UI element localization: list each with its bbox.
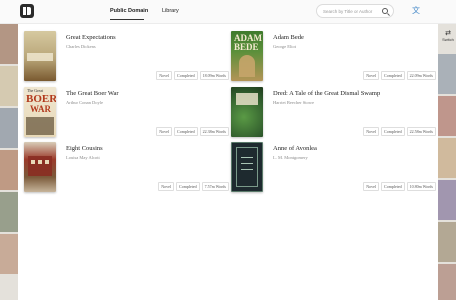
book-tags: Novel Completed 18.09m Words	[156, 71, 229, 80]
status-tag: Completed	[381, 127, 405, 136]
active-tab-underline	[110, 19, 144, 20]
background-tile	[0, 192, 18, 232]
background-tile	[0, 150, 18, 190]
app-logo[interactable]	[20, 4, 34, 18]
book-tags: Novel Completed 22.38m Words	[156, 127, 229, 136]
cover-frame	[236, 147, 258, 187]
book-title[interactable]: Adam Bede	[273, 34, 304, 41]
book-cover	[231, 87, 263, 137]
book-tags: Novel Completed 10.80m Words	[363, 182, 436, 191]
book-author: Harriet Beecher Stowe	[273, 100, 314, 105]
genre-tag: Novel	[156, 127, 173, 136]
search-input[interactable]	[323, 7, 379, 16]
genre-tag: Novel	[158, 182, 175, 191]
cover-window	[31, 160, 35, 164]
word-count-tag: 22.38m Words	[199, 127, 229, 136]
book-author: Louisa May Alcott	[66, 155, 100, 160]
book-title[interactable]: Dred: A Tale of the Great Dismal Swamp	[273, 90, 380, 97]
word-count-tag: 7.57m Words	[201, 182, 229, 191]
switch-icon: ⇄	[445, 29, 451, 37]
status-tag: Completed	[381, 71, 405, 80]
book-card[interactable]: Eight Cousins Louisa May Alcott Novel Co…	[24, 142, 229, 194]
cover-house	[28, 156, 52, 176]
cover-title-line: BEDE	[234, 42, 259, 52]
tab-public-domain[interactable]: Public Domain	[110, 8, 148, 14]
book-title[interactable]: The Great Boer War	[66, 90, 119, 97]
background-tile	[438, 180, 456, 220]
background-tile	[0, 66, 18, 106]
background-tile	[438, 96, 456, 136]
word-count-tag: 22.09m Words	[406, 71, 436, 80]
background-tile	[438, 222, 456, 262]
book-author: George Eliot	[273, 44, 297, 49]
cover-window	[45, 160, 49, 164]
genre-tag: Novel	[156, 71, 173, 80]
cover-label-band	[27, 53, 53, 61]
genre-tag: Novel	[363, 71, 380, 80]
status-tag: Completed	[174, 71, 198, 80]
top-navbar: Public Domain Library 文	[0, 0, 456, 24]
book-author: L. M. Montgomery	[273, 155, 308, 160]
book-title[interactable]: Anne of Avonlea	[273, 145, 317, 152]
book-title[interactable]: Great Expectations	[66, 34, 116, 41]
cover-ornament	[241, 169, 253, 170]
book-cover: ADAM BEDE	[231, 31, 263, 81]
book-tags: Novel Completed 22.09m Words	[363, 71, 436, 80]
word-count-tag: 22.58m Words	[406, 127, 436, 136]
switch-button[interactable]: ⇄ Switch	[440, 29, 456, 43]
book-cover: The Great BOER WAR	[24, 87, 56, 137]
book-author: Charles Dickens	[66, 44, 96, 49]
background-tile	[438, 138, 456, 178]
genre-tag: Novel	[363, 127, 380, 136]
status-tag: Completed	[176, 182, 200, 191]
cover-ornament	[241, 157, 253, 158]
switch-label: Switch	[442, 37, 454, 42]
book-cover	[24, 31, 56, 81]
status-tag: Completed	[174, 127, 198, 136]
background-tile	[438, 264, 456, 300]
background-tile	[0, 108, 18, 148]
background-book-strip-left	[0, 24, 18, 300]
genre-tag: Novel	[363, 182, 380, 191]
translate-icon[interactable]: 文	[412, 7, 420, 15]
book-cover	[231, 142, 263, 192]
background-tile	[0, 24, 18, 64]
background-tile	[0, 234, 18, 274]
search-icon[interactable]	[382, 8, 388, 14]
book-author: Arthur Conan Doyle	[66, 100, 103, 105]
status-tag: Completed	[381, 182, 405, 191]
background-book-strip-right	[438, 24, 456, 300]
cover-label-band	[236, 93, 258, 105]
background-tile	[438, 54, 456, 94]
cover-window	[38, 160, 42, 164]
word-count-tag: 10.80m Words	[406, 182, 436, 191]
word-count-tag: 18.09m Words	[199, 71, 229, 80]
book-card[interactable]: Dred: A Tale of the Great Dismal Swamp H…	[231, 87, 436, 139]
book-card[interactable]: The Great BOER WAR The Great Boer War Ar…	[24, 87, 229, 139]
book-cover	[24, 142, 56, 192]
book-tags: Novel Completed 22.58m Words	[363, 127, 436, 136]
cover-illustration	[26, 117, 54, 135]
book-card[interactable]: Great Expectations Charles Dickens Novel…	[24, 31, 229, 83]
cover-title-line: WAR	[30, 104, 52, 114]
book-card[interactable]: Anne of Avonlea L. M. Montgomery Novel C…	[231, 142, 436, 194]
cover-figure	[239, 55, 255, 77]
tab-library[interactable]: Library	[162, 8, 179, 14]
cover-ornament	[241, 163, 253, 164]
book-tags: Novel Completed 7.57m Words	[158, 182, 229, 191]
search-bar[interactable]	[316, 4, 394, 18]
book-title[interactable]: Eight Cousins	[66, 145, 103, 152]
book-card[interactable]: ADAM BEDE Adam Bede George Eliot Novel C…	[231, 31, 436, 83]
